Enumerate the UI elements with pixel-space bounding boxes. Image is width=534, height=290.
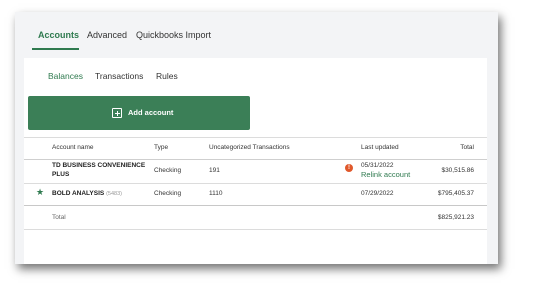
grand-total: $825,921.23: [437, 214, 474, 221]
last-updated-date: 07/29/2022: [361, 190, 394, 197]
tab-accounts[interactable]: Accounts: [38, 30, 79, 40]
subtab-transactions[interactable]: Transactions: [95, 71, 143, 81]
header-total[interactable]: Total: [424, 144, 474, 151]
app-window: Accounts Advanced Quickbooks Import Bala…: [15, 12, 498, 264]
header-type[interactable]: Type: [154, 144, 168, 151]
header-last-updated[interactable]: Last updated: [361, 144, 399, 151]
header-account-name[interactable]: Account name: [52, 144, 94, 151]
account-number: (5483): [106, 191, 122, 197]
exclamation-circle-icon: !: [345, 164, 353, 172]
header-divider: [24, 159, 487, 160]
add-account-button[interactable]: Add account: [28, 96, 250, 130]
active-tab-underline: [32, 48, 79, 50]
last-updated-date: 05/31/2022: [361, 162, 394, 169]
subtab-rules[interactable]: Rules: [156, 71, 178, 81]
account-type: Checking: [154, 167, 182, 174]
tab-quickbooks-import[interactable]: Quickbooks Import: [136, 30, 211, 40]
header-uncategorized[interactable]: Uncategorized Transactions: [209, 144, 290, 151]
table-top-divider: [24, 137, 487, 138]
add-account-label: Add account: [128, 108, 174, 117]
subtab-balances[interactable]: Balances: [48, 71, 83, 81]
account-type: Checking: [154, 190, 182, 197]
footer-divider: [24, 205, 487, 206]
uncategorized-count[interactable]: 191: [209, 167, 220, 174]
row-divider: [24, 183, 487, 184]
top-tab-bar: Accounts Advanced Quickbooks Import: [15, 12, 498, 50]
tab-advanced[interactable]: Advanced: [87, 30, 127, 40]
star-icon[interactable]: ★: [36, 188, 44, 197]
account-name[interactable]: BOLD ANALYSIS (5483): [52, 190, 122, 197]
account-name-line2[interactable]: PLUS: [52, 171, 69, 178]
table-bottom-divider: [24, 229, 487, 230]
account-name-text[interactable]: BOLD ANALYSIS: [52, 190, 104, 197]
uncategorized-count[interactable]: 1110: [209, 190, 223, 197]
account-total: $30,515.86: [441, 167, 474, 174]
add-square-icon: [112, 108, 122, 118]
account-name-line1[interactable]: TD BUSINESS CONVENIENCE: [52, 162, 145, 169]
account-total: $795,405.37: [437, 190, 474, 197]
accounts-card: Balances Transactions Rules Add account …: [24, 58, 487, 264]
total-label: Total: [52, 214, 66, 221]
relink-account-link[interactable]: Relink account: [361, 170, 410, 179]
